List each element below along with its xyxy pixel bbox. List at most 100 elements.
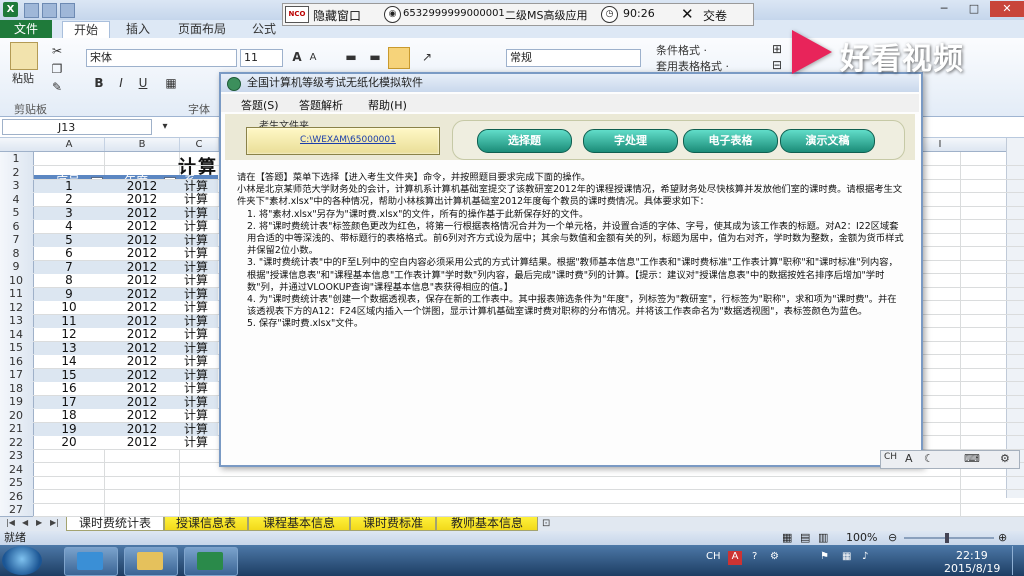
- next-sheet-icon[interactable]: ▶: [36, 518, 42, 527]
- table-cell-year[interactable]: 2012: [105, 274, 179, 287]
- table-cell-c[interactable]: 计算: [180, 436, 218, 449]
- sheet-tab[interactable]: 教师基本信息: [436, 516, 538, 531]
- page-break-icon[interactable]: ▥: [818, 531, 828, 545]
- table-cell-c[interactable]: 计算: [180, 206, 218, 220]
- row-header[interactable]: 7: [0, 233, 32, 247]
- table-cell-c[interactable]: 计算: [180, 341, 218, 355]
- start-button[interactable]: [2, 546, 42, 575]
- copy-icon[interactable]: ❐: [50, 62, 64, 76]
- row-header[interactable]: 19: [0, 395, 32, 409]
- tray-lang[interactable]: CH: [706, 551, 721, 562]
- tray-help-icon[interactable]: ?: [752, 551, 757, 562]
- table-cell-c[interactable]: 计算: [180, 422, 218, 436]
- ime-keyboard-icon[interactable]: ⌨: [964, 452, 980, 465]
- table-cell-seq[interactable]: 6: [34, 247, 104, 260]
- row-header[interactable]: 5: [0, 206, 32, 220]
- zoom-out-icon[interactable]: ⊖: [888, 531, 897, 545]
- table-cell-c[interactable]: 计算: [180, 328, 218, 341]
- align-middle-icon[interactable]: ▬: [368, 50, 382, 64]
- table-cell-c[interactable]: 计算: [180, 247, 218, 260]
- number-format-select[interactable]: 常规: [506, 49, 641, 67]
- table-cell-c[interactable]: 计算: [180, 301, 218, 314]
- page-layout-icon[interactable]: ▤: [800, 531, 810, 545]
- first-sheet-icon[interactable]: |◀: [6, 518, 15, 527]
- name-box[interactable]: J13: [2, 119, 152, 135]
- zoom-level[interactable]: 100%: [846, 531, 877, 545]
- table-cell-c[interactable]: 计算: [180, 355, 218, 368]
- table-cell-year[interactable]: 2012: [105, 233, 179, 247]
- table-cell-c[interactable]: 计算: [180, 193, 218, 206]
- row-header[interactable]: 3: [0, 179, 32, 193]
- column-header-b[interactable]: B: [105, 138, 180, 151]
- format-painter-icon[interactable]: ✎: [50, 80, 64, 94]
- orientation-icon[interactable]: ↗: [420, 50, 434, 64]
- hide-window-button[interactable]: 隐藏窗口: [313, 7, 361, 24]
- table-cell-year[interactable]: 2012: [105, 355, 179, 368]
- row-header[interactable]: 20: [0, 409, 32, 423]
- shrink-font-icon[interactable]: A: [306, 51, 320, 65]
- table-cell-c[interactable]: 计算: [180, 260, 218, 274]
- paste-icon[interactable]: [10, 42, 38, 70]
- taskbar-app-explorer[interactable]: [124, 547, 178, 576]
- prev-sheet-icon[interactable]: ◀: [22, 518, 28, 527]
- table-cell-c[interactable]: 计算: [180, 220, 218, 233]
- menu-answer[interactable]: 答题(S): [241, 97, 279, 113]
- clock-time[interactable]: 22:19: [956, 549, 988, 562]
- table-cell-seq[interactable]: 12: [34, 328, 104, 341]
- bold-icon[interactable]: B: [92, 76, 106, 90]
- conditional-format-button[interactable]: 条件格式 ·: [656, 42, 707, 58]
- table-cell-year[interactable]: 2012: [105, 193, 179, 206]
- choice-question-button[interactable]: 选择题: [477, 129, 572, 153]
- table-cell-year[interactable]: 2012: [105, 409, 179, 422]
- table-cell-year[interactable]: 2012: [105, 206, 179, 220]
- row-header[interactable]: 21: [0, 422, 32, 436]
- insert-cells-icon[interactable]: ⊞: [770, 42, 784, 56]
- delete-cells-icon[interactable]: ⊟: [770, 58, 784, 72]
- row-header[interactable]: 6: [0, 220, 32, 234]
- row-header[interactable]: 13: [0, 314, 32, 328]
- clock-date[interactable]: 2015/8/19: [944, 562, 1000, 575]
- underline-icon[interactable]: U: [136, 76, 150, 90]
- sheet-tab-active[interactable]: 课时费统计表: [66, 516, 164, 531]
- table-cell-year[interactable]: 2012: [105, 328, 179, 341]
- table-cell-seq[interactable]: 4: [34, 220, 104, 233]
- word-processing-button[interactable]: 字处理: [583, 129, 678, 153]
- table-cell-year[interactable]: 2012: [105, 436, 179, 449]
- table-cell-seq[interactable]: 19: [34, 422, 104, 436]
- row-header[interactable]: 24: [0, 463, 32, 477]
- row-header[interactable]: 25: [0, 476, 32, 490]
- insert-sheet-icon[interactable]: ⊡: [542, 518, 550, 529]
- row-header[interactable]: 11: [0, 287, 32, 301]
- maximize-button[interactable]: □: [960, 1, 988, 17]
- menu-help[interactable]: 帮助(H): [368, 97, 407, 113]
- table-cell-seq[interactable]: 14: [34, 355, 104, 368]
- table-cell-year[interactable]: 2012: [105, 422, 179, 436]
- taskbar-app-excel[interactable]: [184, 547, 238, 576]
- row-header[interactable]: 27: [0, 503, 32, 517]
- tab-formulas[interactable]: 公式: [244, 21, 284, 38]
- undo-icon[interactable]: [42, 3, 57, 18]
- table-cell-c[interactable]: 计算: [180, 314, 218, 328]
- folder-path-link[interactable]: C:\WEXAM\65000001: [300, 135, 396, 145]
- table-cell-seq[interactable]: 15: [34, 368, 104, 382]
- ime-toolbar[interactable]: [880, 450, 1020, 469]
- row-header[interactable]: 12: [0, 301, 32, 315]
- table-cell-c[interactable]: 计算: [180, 287, 218, 301]
- column-header-c[interactable]: C: [180, 138, 219, 151]
- table-cell-c[interactable]: 计算: [180, 395, 218, 409]
- table-cell-seq[interactable]: 1: [34, 179, 104, 193]
- zoom-thumb[interactable]: [945, 533, 949, 543]
- row-header[interactable]: 9: [0, 260, 32, 274]
- row-header[interactable]: 15: [0, 341, 32, 355]
- sheet-tab[interactable]: 课程基本信息: [248, 516, 350, 531]
- table-cell-seq[interactable]: 11: [34, 314, 104, 328]
- row-header[interactable]: 16: [0, 355, 32, 369]
- zoom-in-icon[interactable]: ⊕: [998, 531, 1007, 545]
- last-sheet-icon[interactable]: ▶|: [50, 518, 59, 527]
- italic-icon[interactable]: I: [114, 76, 128, 90]
- tray-volume-icon[interactable]: ♪: [862, 551, 868, 562]
- table-cell-seq[interactable]: 8: [34, 274, 104, 287]
- row-header[interactable]: 18: [0, 382, 32, 396]
- row-header[interactable]: 8: [0, 247, 32, 261]
- tray-ime-icon[interactable]: A: [728, 551, 742, 565]
